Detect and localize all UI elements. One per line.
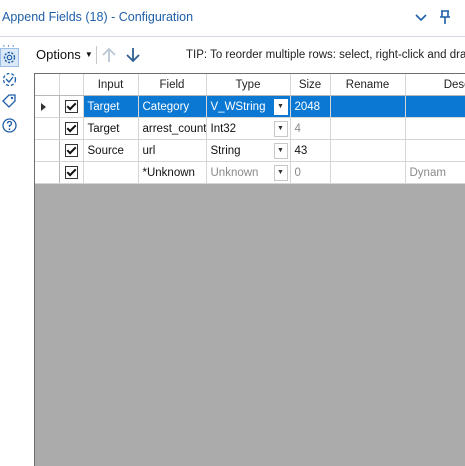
type-cell[interactable]: V_WString ▼ [206,95,291,118]
size-cell[interactable]: 4 [290,117,331,140]
row-header-corner [35,74,60,96]
arrow-down-icon[interactable] [124,45,142,65]
type-value: V_WString [210,100,266,113]
column-header-rename[interactable]: Rename [330,74,406,96]
window-title: Append Fields (18) - Configuration [2,10,194,24]
field-cell[interactable]: *Unknown [138,161,207,184]
table-row[interactable]: *Unknown Unknown ▼ 0 Dynam [35,161,465,184]
row-checkbox[interactable] [64,166,78,179]
gear-icon[interactable] [0,48,19,67]
tip-text: TIP: To reorder multiple rows: select, r… [186,49,465,61]
window-titlebar: Append Fields (18) - Configuration [0,0,465,37]
field-cell[interactable]: Category [138,95,207,118]
row-checkbox-cell[interactable] [59,95,84,118]
tag-icon[interactable] [1,93,18,110]
row-checkbox[interactable] [64,100,78,113]
input-cell[interactable]: Source [83,139,139,162]
row-checkbox-cell[interactable] [59,117,84,140]
input-cell[interactable] [83,161,139,184]
caret-down-icon: ▼ [84,50,93,59]
type-value: Int32 [210,122,237,135]
type-value: String [210,144,241,157]
grid-toolbar: Options ▼ TIP: To reorder multiple rows: … [30,44,465,66]
current-row-icon [41,103,46,111]
side-panel: ··· [0,37,22,465]
input-cell[interactable]: Target [83,117,139,140]
column-header-size[interactable]: Size [290,74,331,96]
column-header-type[interactable]: Type [206,74,291,96]
column-header-description[interactable]: Descri [405,74,465,96]
rename-cell[interactable] [330,161,406,184]
type-cell[interactable]: Int32 ▼ [206,117,291,140]
row-checkbox-cell[interactable] [59,161,84,184]
pin-icon[interactable] [436,8,454,26]
column-header-field[interactable]: Field [138,74,207,96]
field-cell[interactable]: arrest_count [138,117,207,140]
description-cell[interactable] [405,139,465,162]
help-icon[interactable] [1,117,18,134]
row-selector[interactable] [35,117,60,140]
table-header-row: Input Field Type Size Rename Descri [35,74,465,96]
type-dropdown-icon[interactable]: ▼ [273,165,288,181]
type-dropdown-icon[interactable]: ▼ [273,99,288,115]
row-selector[interactable] [35,161,60,184]
row-checkbox[interactable] [64,144,78,157]
fields-table: Input Field Type Size Rename Descri Targ… [35,74,465,184]
table-row[interactable]: Target arrest_count Int32 ▼ 4 [35,117,465,140]
description-cell[interactable]: Dynam [405,161,465,184]
input-cell[interactable]: Target [83,95,139,118]
description-cell[interactable] [405,117,465,140]
arrow-up-icon[interactable] [100,45,118,65]
size-cell[interactable]: 2048 [290,95,331,118]
type-cell[interactable]: Unknown ▼ [206,161,291,184]
row-selector[interactable] [35,95,60,118]
table-row[interactable]: Source url String ▼ 43 [35,139,465,162]
type-value: Unknown [210,166,259,179]
description-cell[interactable] [405,95,465,118]
field-cell[interactable]: url [138,139,207,162]
chevron-down-icon[interactable] [412,8,430,26]
table-row[interactable]: Target Category V_WString ▼ 2048 [35,95,465,118]
options-dropdown-button[interactable]: Options ▼ [36,47,93,62]
rename-cell[interactable] [330,95,406,118]
row-selector[interactable] [35,139,60,162]
size-cell[interactable]: 0 [290,161,331,184]
row-checkbox[interactable] [64,122,78,135]
options-label: Options [36,47,81,62]
rename-cell[interactable] [330,117,406,140]
column-header-input[interactable]: Input [83,74,139,96]
fields-grid: Input Field Type Size Rename Descri Targ… [34,73,465,466]
checkbox-column-header[interactable] [59,74,84,96]
type-dropdown-icon[interactable]: ▼ [273,121,288,137]
type-cell[interactable]: String ▼ [206,139,291,162]
connection-icon[interactable] [1,71,18,88]
row-checkbox-cell[interactable] [59,139,84,162]
type-dropdown-icon[interactable]: ▼ [273,143,288,159]
toolbar-divider [96,46,97,64]
size-cell[interactable]: 43 [290,139,331,162]
rename-cell[interactable] [330,139,406,162]
